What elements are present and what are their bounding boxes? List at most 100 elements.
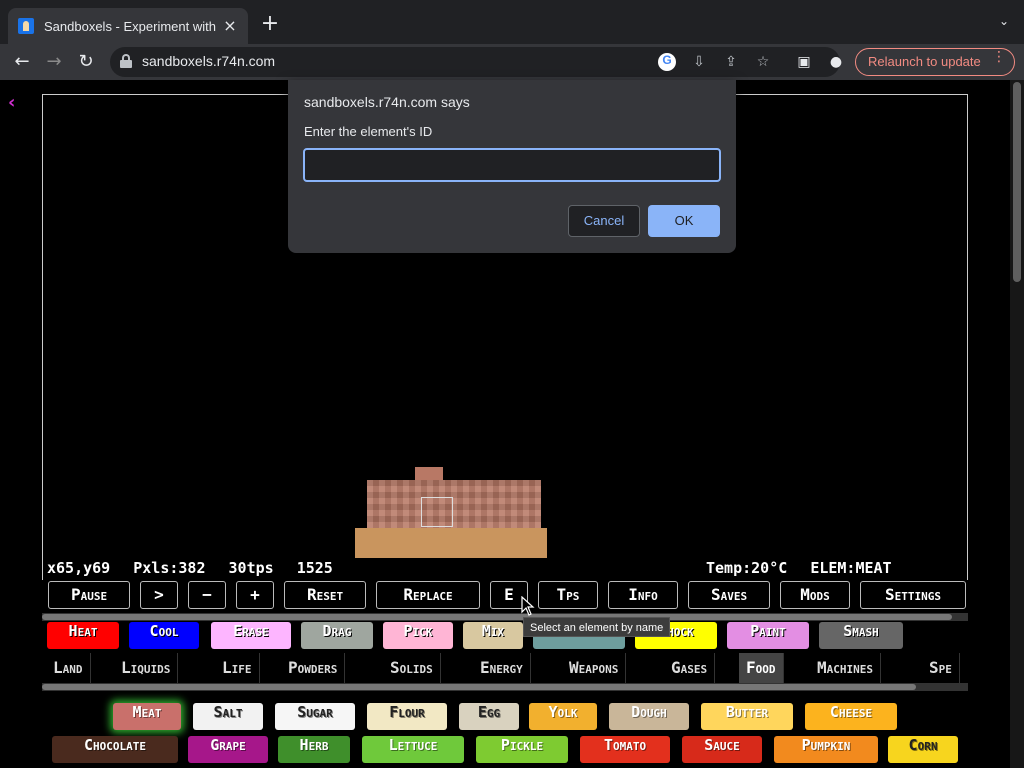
element-flour[interactable]: Flour [367,703,447,730]
meat-pixels [367,480,541,528]
tool-cool[interactable]: Cool [129,622,199,649]
bookmark-star-icon[interactable]: ☆ [754,53,772,71]
meat-pixels-top [415,467,443,481]
tool-smash[interactable]: Smash [819,622,903,649]
browser-tab[interactable]: Sandboxels - Experiment with × [8,8,248,44]
tps-button[interactable]: Tps [538,581,598,609]
settings-button[interactable]: Settings [860,581,966,609]
close-tab-icon[interactable]: × [220,16,240,36]
element-corn[interactable]: Corn [888,736,958,763]
side-panel-icon[interactable]: ▣ [794,52,814,72]
mods-button[interactable]: Mods [780,581,850,609]
install-app-icon[interactable]: ⇩ [690,53,708,71]
element-sauce[interactable]: Sauce [682,736,762,763]
info-button[interactable]: Info [608,581,678,609]
category-liquids[interactable]: Liquids [114,653,179,683]
relaunch-label: Relaunch to update [868,54,981,69]
category-scrollbar[interactable] [42,683,968,691]
category-powders[interactable]: Powders [281,653,346,683]
category-machines[interactable]: Machines [810,653,881,683]
element-butter[interactable]: Butter [701,703,793,730]
status-right: Temp:20°C ELEM:MEAT [706,559,892,577]
url-text[interactable]: sandboxels.r74n.com [142,53,275,69]
share-icon[interactable]: ⇪ [722,53,740,71]
element-yolk[interactable]: Yolk [529,703,597,730]
control-scrollbar-thumb[interactable] [42,614,952,620]
reset-button[interactable]: Reset [284,581,366,609]
element-sugar[interactable]: Sugar [275,703,355,730]
element-pumpkin[interactable]: Pumpkin [774,736,878,763]
control-bar: Pause > − + Reset Replace E Tps Info Sav… [42,581,968,611]
pause-button[interactable]: Pause [48,581,130,609]
status-pixels: Pxls:382 [133,559,206,577]
category-energy[interactable]: Energy [473,653,531,683]
address-bar[interactable]: sandboxels.r74n.com G ⇩ ⇪ ☆ [110,47,840,77]
page-scrollbar[interactable] [1010,80,1024,768]
element-salt[interactable]: Salt [193,703,263,730]
saves-button[interactable]: Saves [688,581,770,609]
sand-pixels [355,528,547,558]
reload-icon[interactable]: ↻ [72,48,100,76]
element-meat[interactable]: Meat [113,703,181,730]
element-dough[interactable]: Dough [609,703,689,730]
lock-icon[interactable] [120,54,132,68]
element-herb[interactable]: Herb [278,736,350,763]
browser-tab-bar: Sandboxels - Experiment with × + ⌄ [0,0,1024,44]
size-down-button[interactable]: − [188,581,226,609]
browser-toolbar: ← → ↻ sandboxels.r74n.com G ⇩ ⇪ ☆ ▣ ● Re… [0,44,1024,80]
new-tab-button[interactable]: + [258,12,282,36]
tooltip: Select an element by name [523,617,671,637]
tool-bar: Heat Cool Erase Drag Pick Mix Lookup Sho… [42,621,968,651]
page-scrollbar-thumb[interactable] [1013,82,1021,282]
element-chocolate[interactable]: Chocolate [52,736,178,763]
category-food[interactable]: Food [739,653,784,683]
element-id-input[interactable] [303,148,721,182]
category-solids[interactable]: Solids [383,653,441,683]
status-elem: ELEM:MEAT [810,559,892,577]
element-cheese[interactable]: Cheese [805,703,897,730]
status-tps: 30tps [228,559,274,577]
element-lettuce[interactable]: Lettuce [362,736,464,763]
category-scrollbar-thumb[interactable] [42,684,916,690]
prompt-dialog: sandboxels.r74n.com says Enter the eleme… [288,80,736,253]
menu-dots-icon[interactable]: ⋮ [992,49,1006,65]
dialog-title: sandboxels.r74n.com says [304,94,470,110]
category-bar: Land Liquids Life Powders Solids Energy … [42,653,968,683]
brush-cursor [421,497,453,527]
category-life[interactable]: Life [215,653,260,683]
forward-icon[interactable]: → [40,48,68,76]
ok-button[interactable]: OK [648,205,720,237]
google-lens-icon[interactable]: G [658,53,676,71]
element-egg[interactable]: Egg [459,703,519,730]
relaunch-button[interactable]: Relaunch to update ⋮ [855,48,1015,76]
tab-search-icon[interactable]: ⌄ [996,14,1012,30]
tool-heat[interactable]: Heat [47,622,119,649]
element-pickle[interactable]: Pickle [476,736,568,763]
category-land[interactable]: Land [46,653,91,683]
profile-icon[interactable]: ● [826,52,846,72]
tool-erase[interactable]: Erase [211,622,291,649]
replace-button[interactable]: Replace [376,581,480,609]
category-weapons[interactable]: Weapons [562,653,627,683]
step-button[interactable]: > [140,581,178,609]
status-coords: x65,y69 [47,559,111,577]
category-gases[interactable]: Gases [664,653,716,683]
element-grape[interactable]: Grape [188,736,268,763]
site-favicon-icon [18,18,34,34]
element-tomato[interactable]: Tomato [580,736,670,763]
tool-drag[interactable]: Drag [301,622,373,649]
status-line: x65,y69 Pxls:382 30tps 1525 [47,559,333,577]
tab-title: Sandboxels - Experiment with [44,18,216,34]
back-icon[interactable]: ← [8,48,36,76]
control-scrollbar[interactable] [42,613,968,621]
size-up-button[interactable]: + [236,581,274,609]
tool-paint[interactable]: Paint [727,622,809,649]
tool-pick[interactable]: Pick [383,622,453,649]
back-arrow-icon[interactable]: ‹ [8,92,15,113]
dialog-message: Enter the element's ID [304,124,433,139]
status-temp: Temp:20°C [706,559,788,577]
status-tick: 1525 [296,559,333,577]
category-special[interactable]: Spe [922,653,960,683]
cancel-button[interactable]: Cancel [568,205,640,237]
tool-mix[interactable]: Mix [463,622,523,649]
